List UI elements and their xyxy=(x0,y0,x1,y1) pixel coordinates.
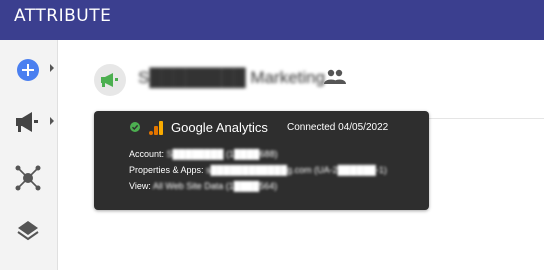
megaphone-icon xyxy=(16,112,38,132)
properties-label: Properties & Apps: xyxy=(129,165,207,175)
top-bar: ATTRIBUTE xyxy=(0,0,544,40)
view-line: View: All Web Site Data (1████564) xyxy=(129,181,277,191)
expand-caret-icon[interactable] xyxy=(50,117,54,125)
sidebar-item-campaigns[interactable] xyxy=(0,103,57,143)
account-label: Account: xyxy=(129,149,167,159)
sidebar-item-network[interactable] xyxy=(0,157,57,197)
megaphone-icon xyxy=(101,73,118,87)
properties-value: s████████████g.com (UA-2██████-1) xyxy=(206,165,387,175)
integration-tooltip: Google Analytics Connected 04/05/2022 Ac… xyxy=(94,111,429,210)
connected-date: Connected 04/05/2022 xyxy=(287,122,389,133)
campaign-name[interactable]: S████████ Marketing xyxy=(138,68,325,88)
google-analytics-icon xyxy=(149,121,163,135)
properties-line: Properties & Apps: s████████████g.com (U… xyxy=(129,165,387,175)
view-value: All Web Site Data (1████564) xyxy=(152,181,278,191)
layers-icon xyxy=(17,221,39,241)
sidebar-item-layers[interactable] xyxy=(0,211,57,251)
check-circle-icon xyxy=(130,122,140,132)
account-line: Account: S████████ (1████688) xyxy=(129,149,278,159)
add-icon xyxy=(17,59,39,81)
people-icon[interactable] xyxy=(324,69,346,85)
sidebar xyxy=(0,40,58,270)
campaign-avatar xyxy=(94,64,126,96)
network-icon xyxy=(15,165,41,191)
view-label: View: xyxy=(129,181,153,191)
expand-caret-icon[interactable] xyxy=(50,64,54,72)
account-value: S████████ (1████688) xyxy=(166,149,278,159)
sidebar-item-add[interactable] xyxy=(0,50,57,90)
app-logo[interactable]: ATTRIBUTE xyxy=(14,6,111,26)
integration-name: Google Analytics xyxy=(171,120,268,135)
